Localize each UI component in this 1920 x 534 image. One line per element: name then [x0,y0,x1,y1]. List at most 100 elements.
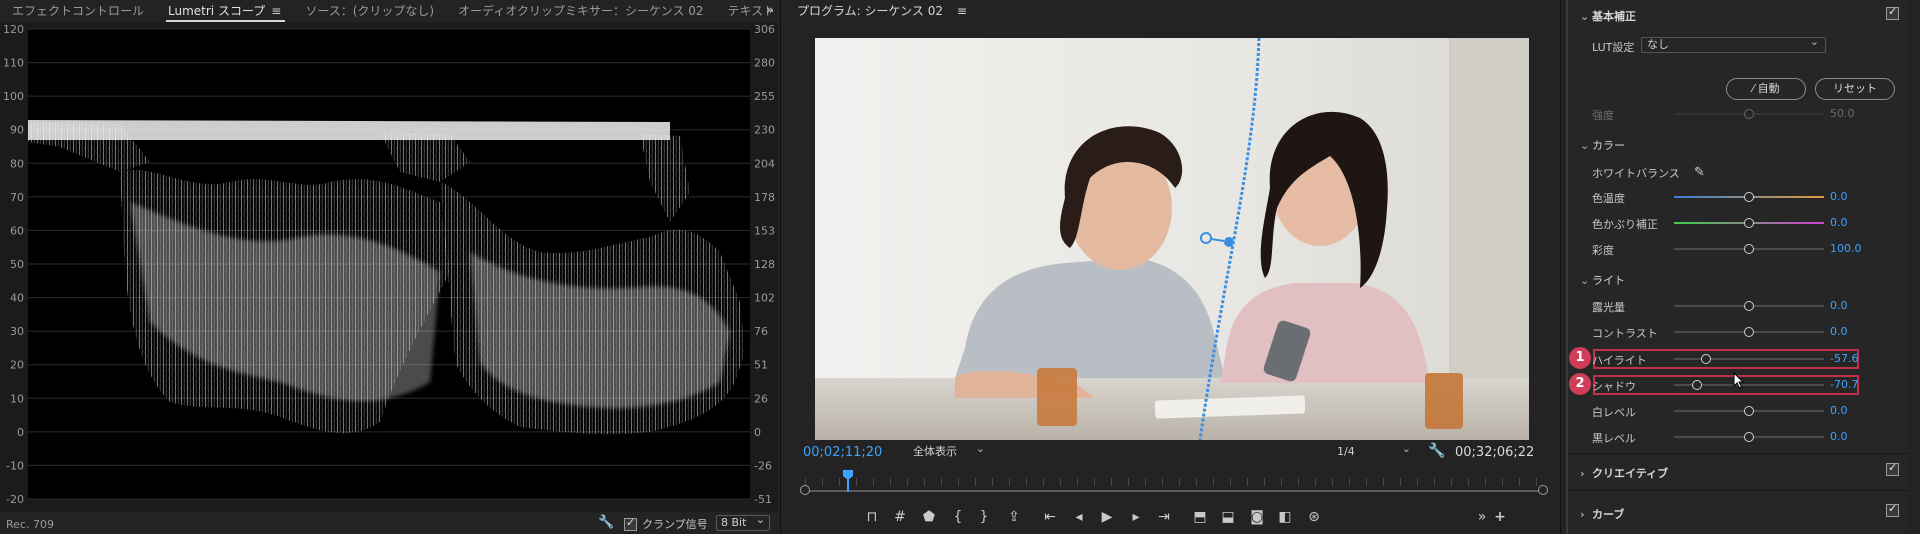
temperature-label: 色温度 [1592,192,1625,205]
section-creative[interactable]: › クリエイティブ [1580,465,1668,481]
premiere-workspace: エフェクトコントロール Lumetri スコープ ≡ ソース：(クリップなし) オ… [0,0,1920,534]
tab-effect-controls[interactable]: エフェクトコントロール [0,0,156,22]
step-forward-icon[interactable]: ▸ [1123,505,1149,529]
marker-in-icon[interactable]: ⊓ [859,505,885,529]
slider-knob[interactable] [1744,218,1754,228]
scope-tick-label-right: 76 [754,325,768,338]
saturation-value[interactable]: 100.0 [1830,242,1862,255]
color-space-label: Rec. 709 [6,518,54,531]
bit-depth-select[interactable]: 8 Bit [716,513,770,531]
marker-icon[interactable]: ⬟ [916,505,942,529]
zoom-fit-select[interactable]: 全体表示 [907,440,991,461]
shadows-slider[interactable] [1674,380,1824,390]
section-label: 基本補正 [1592,10,1636,23]
section-label: カラー [1592,139,1625,152]
compare-icon[interactable]: ◧ [1272,505,1298,529]
whites-value[interactable]: 0.0 [1830,404,1848,417]
mark-out-icon[interactable]: } [971,505,997,529]
scope-tick-label-right: 26 [754,392,768,405]
contrast-slider[interactable] [1674,327,1824,337]
in-point-handle[interactable] [800,485,810,495]
section-curves[interactable]: › カーブ [1580,506,1624,522]
out-point-handle[interactable] [1538,485,1548,495]
slider-knob[interactable] [1744,192,1754,202]
scope-tick-label-right: 204 [754,157,775,170]
reset-button[interactable]: リセット [1815,78,1895,100]
extract-icon[interactable]: ⬓ [1215,505,1241,529]
program-title-text: プログラム: シーケンス 02 [797,4,943,18]
panel-menu-icon[interactable]: ≡ [957,4,967,18]
slider-knob[interactable] [1744,432,1754,442]
section-color[interactable]: ⌄ カラー [1580,137,1625,153]
panel-menu-icon[interactable]: ≡ [271,4,281,18]
lift-icon[interactable]: ⬒ [1187,505,1213,529]
section-light[interactable]: ⌄ ライト [1580,272,1625,288]
slider-knob[interactable] [1700,354,1711,364]
export-frame-icon[interactable]: ⇪ [1001,505,1027,529]
go-to-in-icon[interactable]: ⇤ [1037,505,1063,529]
whites-slider[interactable] [1674,406,1824,416]
exposure-slider[interactable] [1674,301,1824,311]
clamp-checkbox[interactable] [624,516,637,531]
white-balance-label: ホワイトバランス [1592,167,1680,180]
wrench-icon[interactable]: 🔧 [1428,443,1445,459]
wrench-icon[interactable]: 🔧 [598,515,614,530]
divider [1568,490,1908,491]
scope-tick-label-right: 102 [754,292,775,305]
clamp-label: クランプ信号 [642,518,708,531]
camera-icon[interactable]: ◙ [1244,505,1270,529]
play-icon[interactable]: ▶ [1094,505,1120,529]
go-to-out-icon[interactable]: ⇥ [1151,505,1177,529]
slider-knob[interactable] [1691,380,1702,390]
strength-value[interactable]: 50.0 [1830,107,1855,120]
add-icon[interactable]: + [1487,505,1513,529]
curves-enable-checkbox[interactable] [1886,502,1899,517]
tint-slider[interactable] [1674,218,1824,228]
saturation-slider[interactable] [1674,244,1824,254]
slider-knob[interactable] [1744,109,1754,119]
grid-icon[interactable]: # [887,505,913,529]
monitor-time-ruler[interactable] [800,470,1548,495]
exposure-value[interactable]: 0.0 [1830,299,1848,312]
tab-lumetri-scopes[interactable]: Lumetri スコープ ≡ [156,0,293,22]
temperature-value[interactable]: 0.0 [1830,190,1848,203]
strength-slider[interactable] [1674,109,1824,119]
tab-label: Lumetri スコープ [168,4,266,18]
highlights-value[interactable]: -57.6 [1830,352,1858,365]
mark-in-icon[interactable]: { [945,505,971,529]
shadows-value[interactable]: -70.7 [1830,378,1858,391]
more-tabs-icon[interactable]: » [766,0,774,22]
contrast-value[interactable]: 0.0 [1830,325,1848,338]
section-basic-correction[interactable]: ⌄ 基本補正 [1580,8,1636,24]
slider-knob[interactable] [1744,301,1754,311]
ruler-track[interactable] [805,490,1543,492]
tab-source[interactable]: ソース：(クリップなし) [293,0,446,22]
vr-icon[interactable]: ⊛ [1301,505,1327,529]
highlights-slider[interactable] [1674,354,1824,364]
scope-tick-label-right: 128 [754,258,775,271]
transport-controls: ⊓ # ⬟ { } ⇪ ⇤ ◂ ▶ ▸ ⇥ ⬒ ⬓ ◙ ◧ ⊛ » + [781,505,1559,529]
tint-value[interactable]: 0.0 [1830,216,1848,229]
current-timecode[interactable]: 00;02;11;20 [803,445,882,460]
clamp-signal-toggle[interactable]: クランプ信号 [624,516,708,532]
scope-tick-label-right: 51 [754,359,768,372]
blacks-slider[interactable] [1674,432,1824,442]
slider-knob[interactable] [1744,406,1754,416]
playback-resolution-select[interactable]: 1/4 [1331,440,1417,461]
luma-waveform-scope: 120 110 100 90 80 70 60 50 40 30 20 10 0 -10 -20 306 28… [0,22,778,512]
video-preview[interactable] [815,38,1529,440]
slider-knob[interactable] [1744,244,1754,254]
creative-enable-checkbox[interactable] [1886,461,1899,476]
auto-button[interactable]: ⁄ 自動 [1726,78,1806,100]
slider-knob[interactable] [1744,327,1754,337]
basic-enable-checkbox[interactable] [1886,5,1899,20]
temperature-slider[interactable] [1674,192,1824,202]
tab-text[interactable]: テキスト [715,0,787,22]
annotation-badge-1: 1 [1569,347,1591,369]
step-back-icon[interactable]: ◂ [1066,505,1092,529]
eyedropper-icon[interactable]: ✎ [1694,165,1705,180]
scope-tick-label-right: 178 [754,191,775,204]
blacks-value[interactable]: 0.0 [1830,430,1848,443]
lut-select[interactable]: なし [1641,35,1826,53]
tab-audio-clip-mixer[interactable]: オーディオクリップミキサー：シーケンス 02 [446,0,715,22]
